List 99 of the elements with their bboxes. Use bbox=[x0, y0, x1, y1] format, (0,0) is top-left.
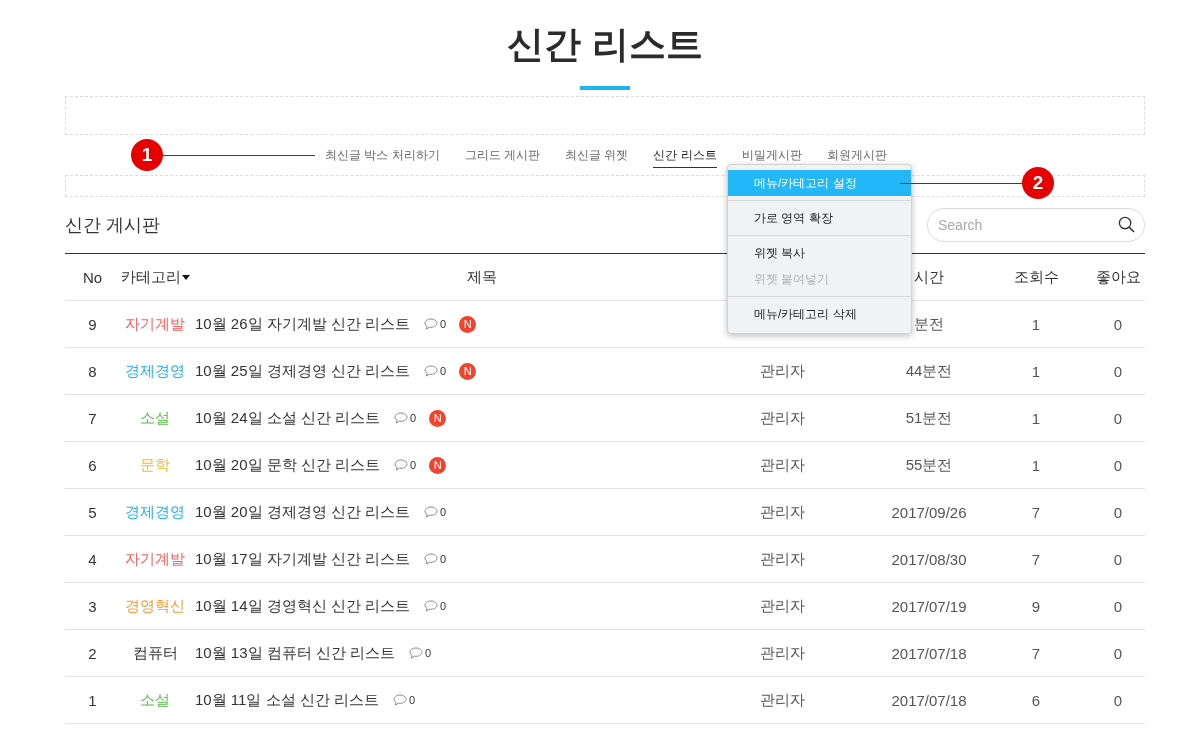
view-count: 1 bbox=[1031, 456, 1041, 474]
menu-item[interactable]: 위젯 복사 bbox=[728, 240, 911, 266]
post-time: 2017/07/18 bbox=[891, 644, 967, 662]
post-number: 6 bbox=[88, 456, 97, 474]
search-field[interactable]: Search bbox=[927, 208, 1145, 242]
comment-count: 0 bbox=[440, 365, 447, 377]
column-header: No bbox=[82, 268, 103, 286]
post-number: 1 bbox=[88, 691, 97, 709]
comment-icon bbox=[409, 647, 424, 659]
comment-count: 0 bbox=[425, 647, 432, 659]
like-count: 0 bbox=[1113, 409, 1123, 427]
menu-item[interactable]: 메뉴/카테고리 삭제 bbox=[728, 301, 911, 327]
search-icon[interactable] bbox=[1118, 216, 1135, 233]
comment-icon bbox=[394, 412, 409, 424]
new-badge: N bbox=[429, 409, 447, 427]
menu-item[interactable]: 가로 영역 확장 bbox=[728, 205, 911, 231]
like-count: 0 bbox=[1113, 315, 1123, 333]
page-title: 신간 리스트 bbox=[507, 23, 703, 67]
comment-count: 0 bbox=[410, 459, 417, 471]
post-title-link[interactable]: 10월 14일 경영혁신 신간 리스트 bbox=[195, 596, 411, 616]
author-name: 관리자 bbox=[759, 690, 805, 710]
post-title-link[interactable]: 10월 17일 자기계발 신간 리스트 bbox=[195, 549, 411, 569]
column-header: 시간 bbox=[914, 267, 944, 287]
view-count: 7 bbox=[1031, 550, 1041, 568]
new-badge: N bbox=[429, 456, 447, 474]
new-badge: N bbox=[459, 315, 477, 333]
comment-icon bbox=[424, 553, 439, 565]
comment-count: 0 bbox=[440, 318, 447, 330]
like-count: 0 bbox=[1113, 503, 1123, 521]
nav-tab[interactable]: 최신글 박스 처리하기 bbox=[325, 142, 440, 168]
view-count: 7 bbox=[1031, 644, 1041, 662]
author-name: 관리자 bbox=[759, 361, 805, 381]
comment-icon bbox=[394, 459, 409, 471]
comment-icon bbox=[424, 600, 439, 612]
like-count: 0 bbox=[1113, 362, 1123, 380]
title-accent-bar bbox=[580, 86, 630, 90]
comment-icon bbox=[424, 318, 439, 330]
callout-marker: 2 bbox=[1022, 167, 1054, 199]
nav-tab[interactable]: 최신글 위젯 bbox=[565, 142, 629, 168]
category-filter-button[interactable]: 카테고리 bbox=[120, 267, 190, 287]
post-title-link[interactable]: 10월 26일 자기계발 신간 리스트 bbox=[195, 314, 411, 334]
board-title: 신간 게시판 bbox=[65, 214, 160, 237]
post-time: 2017/07/18 bbox=[891, 691, 967, 709]
view-count: 1 bbox=[1031, 315, 1041, 333]
comment-icon bbox=[424, 365, 439, 377]
post-title-link[interactable]: 10월 25일 경제경영 신간 리스트 bbox=[195, 361, 411, 381]
author-name: 관리자 bbox=[759, 643, 805, 663]
view-count: 6 bbox=[1031, 691, 1041, 709]
nav-tab[interactable]: 회원게시판 bbox=[826, 142, 887, 168]
view-count: 7 bbox=[1031, 503, 1041, 521]
like-count: 0 bbox=[1113, 597, 1123, 615]
post-number: 8 bbox=[88, 362, 97, 380]
comment-count: 0 bbox=[440, 553, 447, 565]
view-count: 1 bbox=[1031, 362, 1041, 380]
nav-tab[interactable]: 그리드 게시판 bbox=[464, 142, 540, 168]
new-badge: N bbox=[459, 362, 477, 380]
post-time: 44분전 bbox=[905, 361, 953, 381]
post-number: 2 bbox=[88, 644, 97, 662]
post-time: 2017/09/26 bbox=[891, 503, 967, 521]
comment-count: 0 bbox=[440, 600, 447, 612]
comment-count: 0 bbox=[410, 412, 417, 424]
view-count: 1 bbox=[1031, 409, 1041, 427]
caret-icon bbox=[181, 274, 190, 280]
post-title-link[interactable]: 10월 20일 경제경영 신간 리스트 bbox=[195, 502, 411, 522]
post-time: 분전 bbox=[914, 314, 944, 334]
nav-tab[interactable]: 신간 리스트 bbox=[653, 142, 717, 168]
comment-icon bbox=[392, 694, 407, 706]
author-name: 관리자 bbox=[759, 502, 805, 522]
author-name: 관리자 bbox=[759, 596, 805, 616]
view-count: 9 bbox=[1031, 597, 1041, 615]
comment-count: 0 bbox=[408, 694, 416, 706]
like-count: 0 bbox=[1113, 691, 1123, 709]
column-header: 제목 bbox=[466, 267, 497, 287]
author-name: 관리자 bbox=[759, 455, 805, 475]
comment-count: 0 bbox=[440, 506, 447, 518]
nav-tab[interactable]: 비밀게시판 bbox=[741, 142, 802, 168]
post-title-link[interactable]: 10월 11일 소설 신간 리스트 bbox=[195, 690, 379, 710]
post-number: 4 bbox=[88, 550, 97, 568]
post-number: 7 bbox=[88, 409, 97, 427]
category-label[interactable]: 컴퓨터 bbox=[132, 643, 178, 663]
author-name: 관리자 bbox=[759, 408, 805, 428]
column-header: 조회수 bbox=[1013, 267, 1059, 287]
author-name: 관리자 bbox=[759, 549, 805, 569]
post-title-link[interactable]: 10월 24일 소설 신간 리스트 bbox=[195, 408, 381, 428]
post-number: 5 bbox=[88, 503, 97, 521]
like-count: 0 bbox=[1113, 550, 1123, 568]
column-header: 좋아요 bbox=[1095, 267, 1141, 287]
post-time: 2017/07/19 bbox=[891, 597, 967, 615]
post-time: 2017/08/30 bbox=[891, 550, 967, 568]
like-count: 0 bbox=[1113, 456, 1123, 474]
post-title-link[interactable]: 10월 13일 컴퓨터 신간 리스트 bbox=[195, 643, 396, 663]
post-time: 55분전 bbox=[905, 455, 953, 475]
post-time: 51분전 bbox=[905, 408, 953, 428]
post-number: 3 bbox=[88, 597, 97, 615]
post-number: 9 bbox=[88, 315, 97, 333]
comment-icon bbox=[424, 506, 439, 518]
post-title-link[interactable]: 10월 20일 문학 신간 리스트 bbox=[195, 455, 381, 475]
callout-marker: 1 bbox=[131, 139, 163, 171]
like-count: 0 bbox=[1113, 644, 1123, 662]
